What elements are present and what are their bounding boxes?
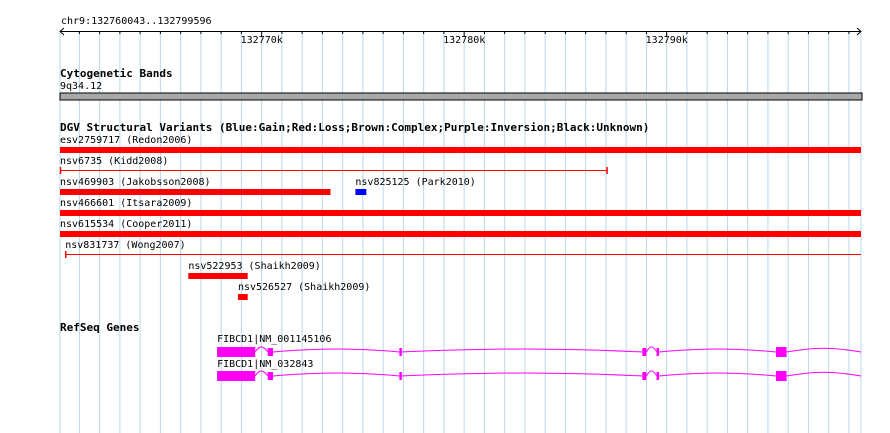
refseq-intron	[786, 347, 862, 353]
dgv-variant-label[interactable]: nsv825125 (Park2010)	[355, 177, 475, 188]
refseq-exon	[267, 372, 273, 380]
refseq-intron	[645, 370, 657, 377]
dgv-track-title: DGV Structural Variants (Blue:Gain;Red:L…	[60, 121, 650, 134]
dgv-variant-label[interactable]: nsv466601 (Itsara2009)	[60, 198, 192, 209]
refseq-transcript-label[interactable]: FIBCD1|NM_032843	[217, 359, 313, 370]
cytoband-track[interactable]	[59, 92, 863, 101]
refseq-exon	[642, 372, 647, 380]
dgv-variant-bar	[60, 147, 861, 153]
ruler-location-label: chr9:132760043..132799596	[61, 16, 212, 27]
refseq-exon	[217, 371, 256, 381]
dgv-variant-label[interactable]: nsv526527 (Shaikh2009)	[238, 282, 370, 293]
genome-browser	[59, 27, 863, 433]
refseq-exon	[399, 348, 402, 356]
dgv-variant-label[interactable]: nsv522953 (Shaikh2009)	[188, 261, 320, 272]
cytoband-label[interactable]: 9q34.12	[60, 81, 102, 92]
refseq-intron	[645, 346, 657, 353]
dgv-variant-label[interactable]: nsv6735 (Kidd2008)	[60, 156, 168, 167]
refseq-exon	[656, 372, 660, 380]
refseq-track[interactable]	[217, 346, 862, 381]
refseq-intron	[658, 372, 777, 377]
refseq-intron	[272, 372, 400, 377]
refseq-exon	[656, 348, 660, 356]
refseq-intron	[786, 371, 862, 377]
ruler-tick-label: 132780k	[443, 35, 486, 46]
ruler-tick-label: 132770k	[240, 35, 283, 46]
dgv-variant-label[interactable]: esv2759717 (Redon2006)	[60, 135, 192, 146]
dgv-variant-bar	[355, 189, 367, 195]
refseq-exon	[642, 348, 647, 356]
refseq-exon	[217, 347, 256, 357]
refseq-exon	[776, 371, 787, 381]
refseq-transcript-label[interactable]: FIBCD1|NM_001145106	[217, 334, 331, 345]
refseq-exon	[267, 348, 273, 356]
refseq-intron	[658, 348, 777, 353]
dgv-variant-bar	[60, 231, 861, 237]
refseq-intron	[272, 348, 400, 353]
dgv-variant-bar	[188, 273, 248, 279]
refseq-exon	[776, 347, 787, 357]
cytoband-bar	[59, 92, 863, 101]
cytoband-track-title: Cytogenetic Bands	[60, 67, 173, 80]
dgv-variant-bar	[237, 294, 248, 300]
dgv-variant-label[interactable]: nsv615534 (Cooper2011)	[60, 219, 192, 230]
dgv-variant-label[interactable]: nsv831737 (Wong2007)	[65, 240, 185, 251]
refseq-exon	[399, 372, 402, 380]
dgv-variant-label[interactable]: nsv469903 (Jakobsson2008)	[60, 177, 211, 188]
dgv-variant-bar	[60, 210, 861, 216]
dgv-variant-bar	[60, 189, 331, 195]
refseq-track-title: RefSeq Genes	[60, 321, 140, 334]
ruler-tick-label: 132790k	[645, 35, 688, 46]
